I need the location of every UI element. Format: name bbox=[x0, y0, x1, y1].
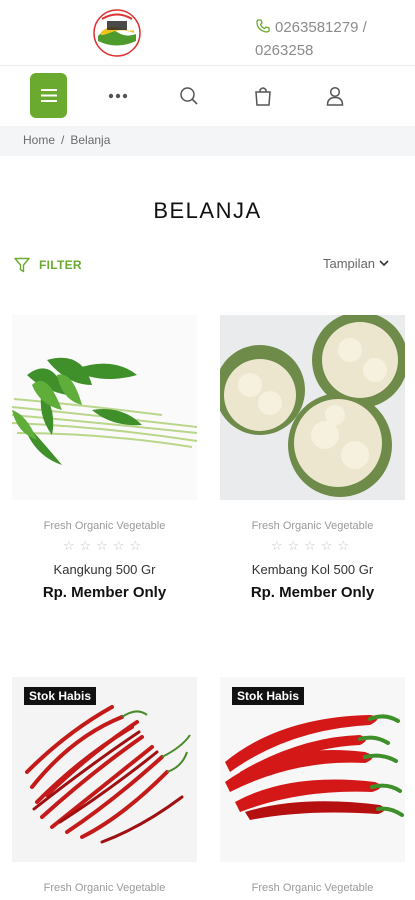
phone-icon bbox=[256, 19, 270, 33]
product-category[interactable]: Fresh Organic Vegetable bbox=[220, 520, 405, 532]
product-card[interactable]: Fresh Organic Vegetable ☆☆☆☆☆ Kembang Ko… bbox=[220, 315, 405, 601]
product-category[interactable]: Fresh Organic Vegetable bbox=[12, 882, 197, 894]
cart-icon[interactable] bbox=[252, 85, 274, 107]
phone-line-1: 0263581279 / bbox=[275, 19, 367, 36]
product-image[interactable] bbox=[220, 315, 405, 500]
product-image[interactable] bbox=[12, 315, 197, 500]
chevron-down-icon bbox=[379, 260, 389, 267]
product-card[interactable]: Stok Habis Fresh Organic Vegetable bbox=[12, 677, 197, 894]
breadcrumb-separator: / bbox=[61, 133, 65, 147]
product-image[interactable]: Stok Habis bbox=[220, 677, 405, 862]
display-label: Tampilan bbox=[323, 256, 376, 271]
star-rating: ☆☆☆☆☆ bbox=[270, 538, 355, 553]
phone-line-2: 0263258 bbox=[255, 42, 314, 59]
product-image[interactable]: Stok Habis bbox=[12, 677, 197, 862]
out-of-stock-badge: Stok Habis bbox=[24, 687, 97, 705]
filter-icon bbox=[14, 257, 30, 273]
breadcrumb-home[interactable]: Home bbox=[23, 133, 55, 147]
phone-number[interactable]: 0263581279 / 0263258 bbox=[255, 16, 405, 62]
page-title: BELANJA bbox=[153, 198, 262, 223]
product-name[interactable]: Kembang Kol 500 Gr bbox=[220, 562, 405, 577]
filter-label: FILTER bbox=[39, 258, 82, 272]
nav-bar bbox=[0, 66, 415, 126]
breadcrumb-current: Belanja bbox=[70, 133, 111, 147]
product-price: Rp. Member Only bbox=[42, 584, 167, 601]
display-dropdown[interactable]: Tampilan bbox=[323, 256, 389, 271]
search-icon[interactable] bbox=[178, 85, 200, 107]
hamburger-icon bbox=[40, 89, 57, 102]
product-card[interactable]: Fresh Organic Vegetable ☆☆☆☆☆ Kangkung 5… bbox=[12, 315, 197, 601]
store-logo[interactable] bbox=[92, 8, 142, 58]
account-icon[interactable] bbox=[324, 85, 346, 107]
top-bar: 0263581279 / 0263258 bbox=[0, 0, 415, 66]
breadcrumb: Home / Belanja bbox=[0, 126, 415, 156]
product-price: Rp. Member Only bbox=[250, 584, 375, 601]
filter-button[interactable]: FILTER bbox=[14, 257, 82, 273]
menu-button[interactable] bbox=[30, 73, 67, 118]
product-name[interactable]: Kangkung 500 Gr bbox=[12, 562, 197, 577]
product-category[interactable]: Fresh Organic Vegetable bbox=[12, 520, 197, 532]
star-rating: ☆☆☆☆☆ bbox=[62, 538, 147, 553]
more-icon[interactable] bbox=[107, 85, 129, 107]
product-category[interactable]: Fresh Organic Vegetable bbox=[220, 882, 405, 894]
product-card[interactable]: Stok Habis Fresh Organic Vegetable bbox=[220, 677, 405, 894]
out-of-stock-badge: Stok Habis bbox=[232, 687, 305, 705]
